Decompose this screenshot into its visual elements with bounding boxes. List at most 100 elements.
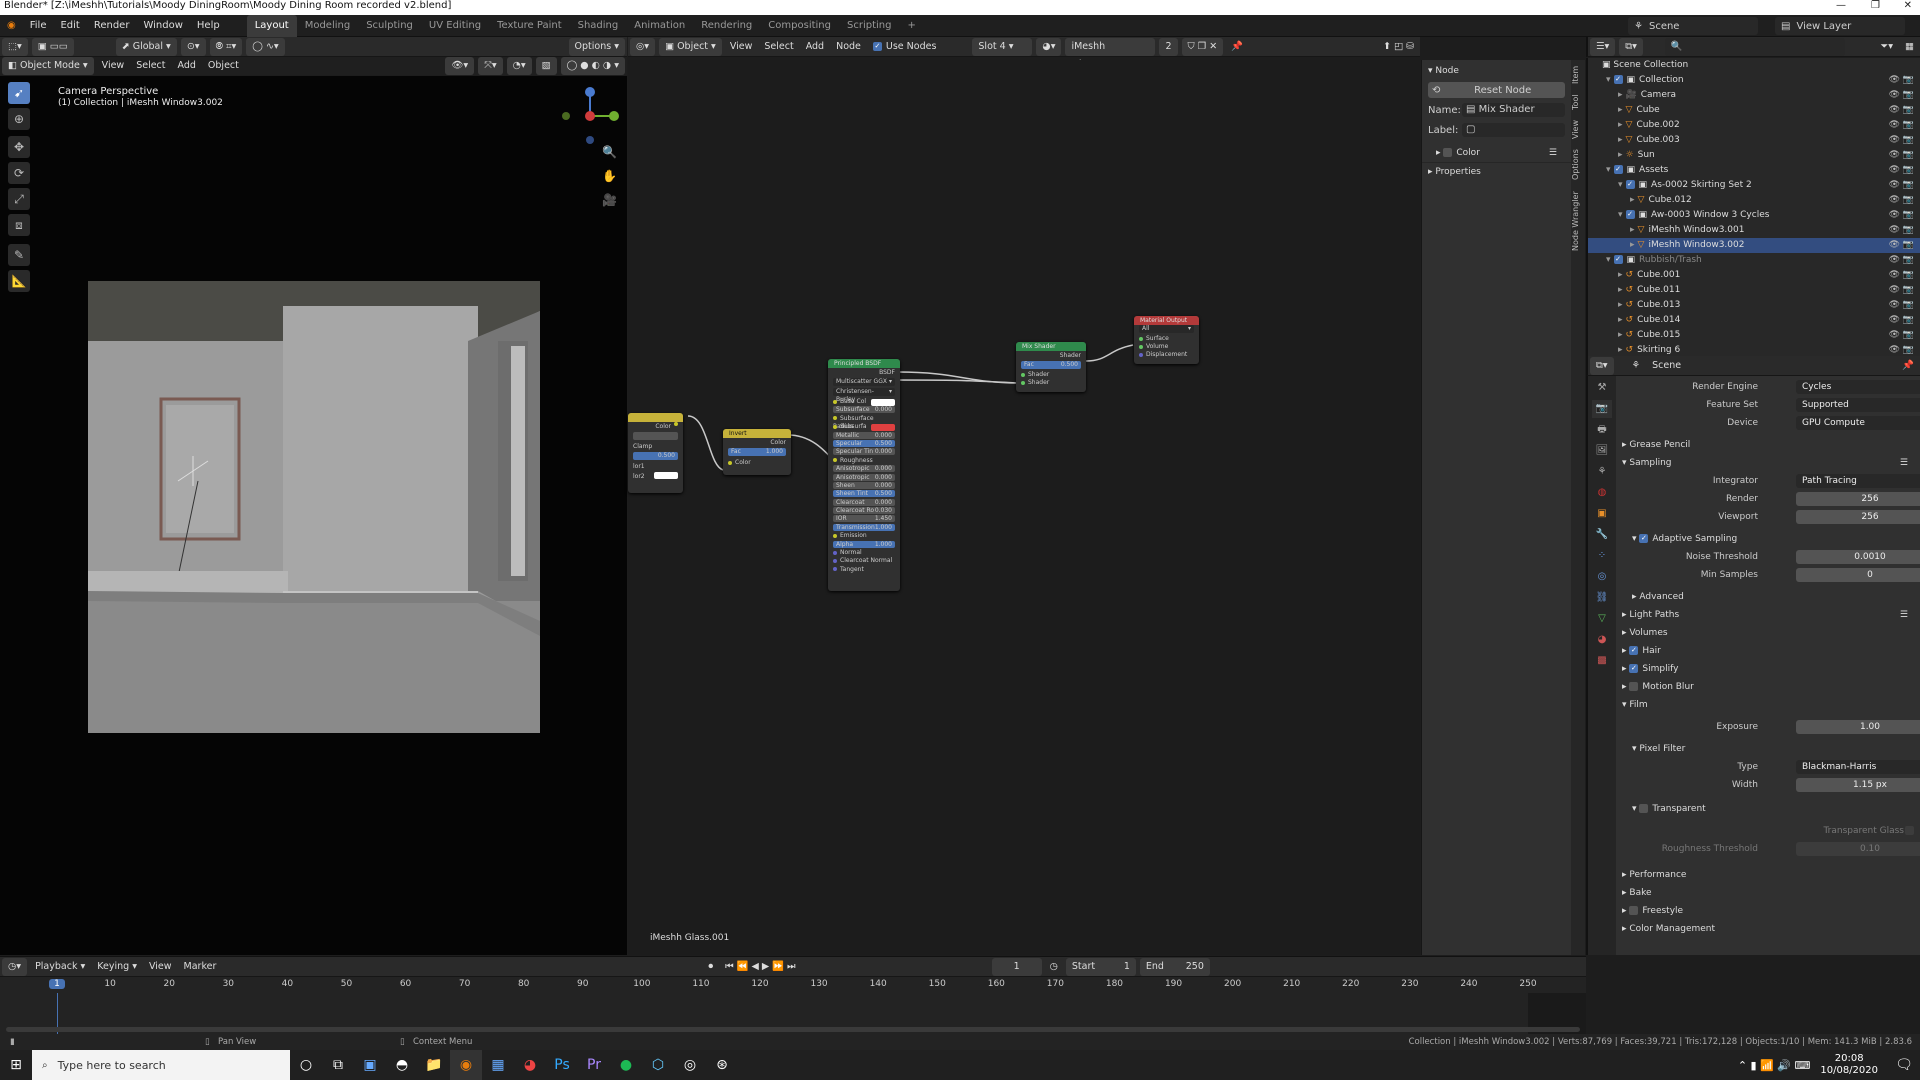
reset-node-button[interactable]: ⟲ Reset Node	[1428, 82, 1565, 98]
color-management-panel[interactable]: ▸ Color Management	[1616, 920, 1920, 938]
tab-node-wrangler[interactable]: Node Wrangler	[1571, 188, 1585, 254]
visibility-button[interactable]: 👁▾	[445, 57, 475, 75]
scale-tool-icon[interactable]: ⤢	[8, 188, 30, 210]
clock[interactable]: 20:08 10/08/2020	[1820, 1053, 1878, 1077]
bsdf-input-row[interactable]: Subsurfa	[828, 423, 900, 432]
xray-button[interactable]: ▧	[535, 57, 557, 75]
annotate-tool-icon[interactable]: ✎	[8, 244, 30, 266]
transform-tool-icon[interactable]: ⧈	[8, 214, 30, 236]
exposure-field[interactable]: 1.00	[1796, 720, 1920, 734]
device-dropdown[interactable]: GPU Compute▾	[1796, 416, 1920, 430]
output-target-dropdown[interactable]: All ▾	[1139, 325, 1194, 333]
node-invert[interactable]: Invert Color Fac 1.000 Color	[723, 429, 791, 475]
physics-tab-icon[interactable]: ◎	[1592, 568, 1612, 586]
outliner-row[interactable]: ▸ ▽ Cube.002 👁 📷	[1588, 118, 1920, 133]
outliner-row[interactable]: ▸ ↺ Cube.015 👁 📷	[1588, 328, 1920, 343]
bsdf-input-row[interactable]: Clearcoat 0.000	[828, 498, 900, 507]
menu-help[interactable]: Help	[190, 15, 227, 37]
menu-edit[interactable]: Edit	[53, 15, 86, 37]
world-tab-icon[interactable]: ◍	[1592, 484, 1612, 502]
outliner-row[interactable]: ▸ ↺ Cube.001 👁 📷	[1588, 268, 1920, 283]
scene-selector[interactable]: ⚘ Scene	[1628, 17, 1758, 35]
render-camera-icon[interactable]: 📷	[1903, 313, 1914, 328]
spotify-icon[interactable]: ●	[610, 1050, 642, 1080]
workspace-tab-layout[interactable]: Layout	[246, 14, 297, 37]
exclude-checkbox[interactable]: ✓	[1613, 165, 1623, 174]
blender-logo-icon[interactable]: ◉	[0, 15, 23, 37]
chrome-icon[interactable]: ◕	[514, 1050, 546, 1080]
visibility-eye-icon[interactable]: 👁	[1889, 163, 1900, 178]
expand-arrow-icon[interactable]: ▾	[1606, 75, 1611, 85]
new-collection-icon[interactable]: ▦	[1899, 38, 1920, 56]
performance-panel[interactable]: ▸ Performance	[1616, 866, 1920, 884]
viewport-menu-select[interactable]: Select	[130, 57, 171, 75]
presets-icon[interactable]: ☰	[1900, 454, 1908, 472]
integrator-dropdown[interactable]: Path Tracing▾	[1796, 474, 1920, 488]
timeline-scrollbar[interactable]	[6, 1027, 1580, 1032]
fake-user-icon[interactable]: ⛉ ❐ ✕	[1181, 37, 1224, 56]
measure-tool-icon[interactable]: 📐	[8, 270, 30, 292]
bsdf-input-row[interactable]: Specular 0.500	[828, 439, 900, 448]
overlay-button[interactable]: ◔▾	[506, 57, 532, 75]
min-samples-field[interactable]: 0	[1796, 568, 1920, 582]
add-workspace-button[interactable]: +	[899, 15, 923, 37]
outliner-row[interactable]: ▸ ☼ Sun 👁 📷	[1588, 148, 1920, 163]
expand-arrow-icon[interactable]: ▸	[1618, 345, 1623, 355]
node-name-field[interactable]: ▤ Mix Shader	[1462, 103, 1565, 117]
bsdf-input-row[interactable]: Transmission 1.000	[828, 523, 900, 532]
end-frame-field[interactable]: End 250	[1139, 957, 1210, 976]
roughness-threshold-field[interactable]: 0.10	[1796, 842, 1920, 856]
zoom-icon[interactable]: 🔍	[602, 145, 617, 159]
simplify-panel[interactable]: ▸ ✓ Simplify	[1616, 660, 1920, 678]
material-name-field[interactable]: iMeshh Glass.001	[1065, 37, 1156, 70]
slot-dropdown[interactable]: Slot 4 ▾	[972, 37, 1033, 56]
bsdf-input-row[interactable]: Specular Tin 0.000	[828, 448, 900, 456]
motion-blur-checkbox[interactable]	[1629, 682, 1639, 691]
outliner-root[interactable]: ▣ Scene Collection	[1588, 58, 1920, 73]
adaptive-checkbox[interactable]: ✓	[1639, 534, 1649, 543]
menu-file[interactable]: File	[23, 15, 54, 37]
visibility-eye-icon[interactable]: 👁	[1889, 238, 1900, 253]
proportional-edit-button[interactable]: ◯ ∿▾	[246, 37, 285, 56]
outliner-row[interactable]: ▸ ↺ Cube.014 👁 📷	[1588, 313, 1920, 328]
outliner-row[interactable]: ▾ ✓ ▣ As-0002 Skirting Set 2 👁 📷	[1588, 178, 1920, 193]
visibility-eye-icon[interactable]: 👁	[1889, 88, 1900, 103]
data-tab-icon[interactable]: ▽	[1592, 610, 1612, 628]
render-camera-icon[interactable]: 📷	[1903, 298, 1914, 313]
app-icon-2[interactable]: ◓	[386, 1050, 418, 1080]
render-camera-icon[interactable]: 📷	[1903, 148, 1914, 163]
viewport-menu-view[interactable]: View	[96, 57, 131, 75]
visibility-eye-icon[interactable]: 👁	[1889, 118, 1900, 133]
bsdf-input-row[interactable]: Sheen Tint 0.500	[828, 490, 900, 498]
viewport-menu-object[interactable]: Object	[202, 57, 245, 75]
workspace-tab-animation[interactable]: Animation	[626, 15, 693, 37]
output-tab-icon[interactable]: 🖶	[1592, 421, 1612, 439]
app-icon-1[interactable]: ▣	[354, 1050, 386, 1080]
render-camera-icon[interactable]: 📷	[1903, 208, 1914, 223]
pan-hand-icon[interactable]: ✋	[602, 169, 617, 183]
bsdf-input-row[interactable]: Alpha 1.000	[828, 540, 900, 549]
workspace-tab-uv-editing[interactable]: UV Editing	[421, 15, 489, 37]
advanced-panel[interactable]: ▸ Advanced	[1616, 588, 1920, 606]
expand-arrow-icon[interactable]: ▸	[1618, 330, 1623, 340]
bsdf-input-row[interactable]: Tangent	[828, 566, 900, 574]
outliner-row[interactable]: ▸ ▽ Cube 👁 📷	[1588, 103, 1920, 118]
bsdf-input-row[interactable]: Emission	[828, 532, 900, 540]
render-tab-icon[interactable]: 📷	[1592, 400, 1612, 418]
premiere-icon[interactable]: Pr	[578, 1050, 610, 1080]
expand-arrow-icon[interactable]: ▸	[1630, 195, 1635, 205]
shader-type-dropdown[interactable]: ▣ Object ▾	[659, 37, 722, 56]
expand-arrow-icon[interactable]: ▾	[1618, 210, 1623, 220]
sampling-panel[interactable]: ▾ Sampling ☰	[1616, 454, 1920, 472]
app-icon-3[interactable]: ⬡	[642, 1050, 674, 1080]
file-explorer-icon[interactable]: 📁	[418, 1050, 450, 1080]
freestyle-panel[interactable]: ▸ Freestyle	[1616, 902, 1920, 920]
taskbar-search-input[interactable]: ⌕ Type here to search	[32, 1050, 290, 1080]
playback-controls[interactable]: ⏮ ⏪ ◀ ▶ ⏩ ⏭	[719, 958, 801, 976]
expand-arrow-icon[interactable]: ▸	[1618, 135, 1623, 145]
visibility-eye-icon[interactable]: 👁	[1889, 193, 1900, 208]
tray-icons[interactable]: ⌃ ▮ 📶 🔊 ⌨	[1738, 1059, 1811, 1072]
outliner-row[interactable]: ▸ ↺ Cube.013 👁 📷	[1588, 298, 1920, 313]
expand-arrow-icon[interactable]: ▸	[1618, 120, 1623, 130]
material-users-count[interactable]: 2	[1159, 37, 1178, 56]
